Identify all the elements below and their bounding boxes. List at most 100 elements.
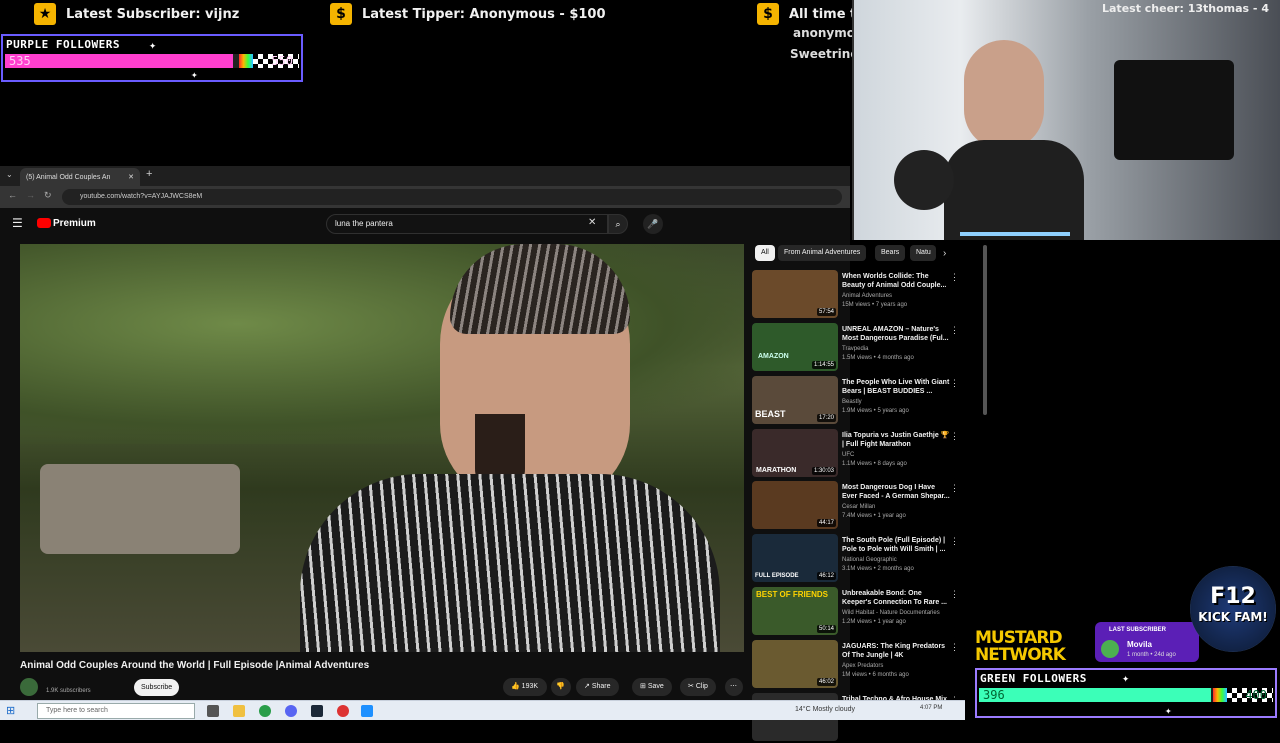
dollar-icon: $ <box>330 3 352 25</box>
more-options-icon[interactable]: ⋮ <box>950 325 959 336</box>
thumb-overlay-amazon: AMAZON <box>758 353 789 360</box>
recommendation-title[interactable]: Ilia Topuria vs Justin Gaethje 🏆 | Full … <box>842 431 952 449</box>
video-thumbnail[interactable]: 57:54 <box>752 270 838 318</box>
recommendation-channel[interactable]: Cesar Millan <box>842 503 875 512</box>
chip-bears[interactable]: Bears <box>875 245 906 261</box>
recommendation-item[interactable]: 1:14:55 UNREAL AMAZON – Nature's Most Dan… <box>752 323 959 373</box>
reload-icon[interactable]: ↻ <box>44 190 52 201</box>
green-followers-goal: GREEN FOLLOWERS ✦ 396 400 ✦ <box>975 668 1277 718</box>
subscribe-button[interactable]: Subscribe <box>134 679 180 696</box>
channel-subscribers: 1.9K subscribers <box>46 688 91 694</box>
recommendation-item[interactable]: 57:54 When Worlds Collide: The Beauty of … <box>752 270 959 320</box>
app-icon[interactable] <box>361 705 373 717</box>
thumbs-up-icon: 👍 <box>511 683 520 690</box>
recommendation-title[interactable]: JAGUARS: The King Predators Of The Jungl… <box>842 642 952 660</box>
purple-followers-goal: PURPLE FOLLOWERS ✦ 535 550 ✦ <box>1 34 303 82</box>
share-button[interactable]: ↗ Share <box>576 678 619 696</box>
video-duration: 1:30:03 <box>811 467 836 475</box>
new-tab-icon[interactable]: + <box>146 168 152 180</box>
foliage-background <box>20 244 744 444</box>
video-thumbnail[interactable]: 46:02 <box>752 640 838 688</box>
discord-icon[interactable] <box>285 705 297 717</box>
obs-icon[interactable] <box>337 705 349 717</box>
recommendation-title[interactable]: Most Dangerous Dog I Have Ever Faced - A… <box>842 483 952 501</box>
monitor-background <box>1114 60 1234 160</box>
more-options-icon[interactable]: ⋮ <box>950 272 959 283</box>
subscriber-avatar <box>1101 640 1119 658</box>
recommendation-item[interactable]: 46:02 JAGUARS: The King Predators Of The … <box>752 640 959 690</box>
last-subscriber-name: Movila <box>1127 640 1152 649</box>
mic-button[interactable]: 🎤 <box>643 214 663 234</box>
chip-all[interactable]: All <box>755 245 775 261</box>
chip-nature[interactable]: Natu <box>910 245 936 261</box>
recommendation-channel[interactable]: Beastly <box>842 398 862 407</box>
chrome-icon[interactable] <box>259 705 271 717</box>
star-icon: ★ <box>34 3 56 25</box>
thumb-overlay-beast: BEAST <box>755 409 786 419</box>
forward-icon[interactable]: → <box>26 190 35 200</box>
save-button[interactable]: ⊞ Save <box>632 678 672 696</box>
youtube-logo-icon[interactable] <box>37 218 51 228</box>
youtube-brand[interactable]: Premium <box>53 218 96 229</box>
recommendation-item[interactable]: 44:17 Most Dangerous Dog I Have Ever Face… <box>752 481 959 531</box>
recommendation-channel[interactable]: National Geographic <box>842 556 897 565</box>
url-field[interactable]: youtube.com/watch?v=AYJAJWCS8eM <box>62 189 842 205</box>
close-tab-icon[interactable]: ✕ <box>128 173 134 181</box>
address-bar: ← → ↻ youtube.com/watch?v=AYJAJWCS8eM <box>0 186 850 208</box>
latest-tipper-text: Latest Tipper: Anonymous - $100 <box>362 6 606 22</box>
scrollbar-thumb[interactable] <box>983 245 987 415</box>
last-subscriber-panel: LAST SUBSCRIBER Movila 1 month • 24d ago <box>1095 622 1199 662</box>
windows-taskbar: ⊞ Type here to search 14°C Mostly cloudy… <box>0 700 965 720</box>
search-input[interactable]: luna the pantera <box>326 214 608 234</box>
recommendation-title[interactable]: When Worlds Collide: The Beauty of Anima… <box>842 272 952 290</box>
mustard-network-logo: MUSTARD NETWORK <box>975 630 1093 666</box>
menu-icon[interactable]: ☰ <box>12 216 23 230</box>
video-player[interactable] <box>20 244 744 652</box>
badge-line-2: KICK FAM! <box>1198 610 1268 624</box>
recommendation-channel[interactable]: Apex Predators <box>842 662 883 671</box>
tab-list-icon[interactable]: ⌄ <box>6 170 13 179</box>
chip-from-channel[interactable]: From Animal Adventures <box>778 245 867 261</box>
like-button[interactable]: 👍 193K <box>503 678 547 696</box>
channel-avatar[interactable] <box>20 678 38 696</box>
browser-tab[interactable]: (5) Animal Odd Couples An ✕ <box>20 168 140 186</box>
webcam-feed: Latest cheer: 13thomas - 4 <box>852 0 1280 240</box>
task-view-icon[interactable] <box>207 705 219 717</box>
steam-icon[interactable] <box>311 705 323 717</box>
video-thumbnail[interactable]: 44:17 <box>752 481 838 529</box>
recommendation-title[interactable]: The People Who Live With Giant Bears | B… <box>842 378 952 396</box>
more-options-icon[interactable]: ⋮ <box>950 431 959 442</box>
recommendation-title[interactable]: UNREAL AMAZON – Nature's Most Dangerous … <box>842 325 952 343</box>
more-options-icon[interactable]: ⋮ <box>950 483 959 494</box>
back-icon[interactable]: ← <box>8 190 17 200</box>
recommendation-title[interactable]: Unbreakable Bond: One Keeper's Connectio… <box>842 589 952 607</box>
windows-start-icon[interactable]: ⊞ <box>6 704 15 717</box>
taskbar-search-input[interactable]: Type here to search <box>37 703 195 719</box>
recommendation-channel[interactable]: Animal Adventures <box>842 292 892 301</box>
search-button[interactable]: ⌕ <box>608 214 628 234</box>
clear-search-icon[interactable]: ✕ <box>588 217 596 228</box>
video-duration: 50:14 <box>816 625 836 633</box>
more-options-icon[interactable]: ⋮ <box>950 378 959 389</box>
recommendation-channel[interactable]: UFC <box>842 451 854 460</box>
thumb-overlay-best-of-friends: BEST OF FRIENDS <box>756 590 829 599</box>
recommendation-channel[interactable]: Wild Habitat - Nature Documentaries <box>842 609 940 618</box>
green-followers-current: 396 <box>983 688 1005 702</box>
clip-button[interactable]: ✂ Clip <box>680 678 716 696</box>
microphone-icon: 🎤 <box>647 219 659 229</box>
like-count: 193K <box>521 683 539 690</box>
more-options-icon[interactable]: ⋮ <box>950 589 959 600</box>
building-roof <box>40 464 240 554</box>
webcam-glow <box>960 232 1070 236</box>
video-thumbnail[interactable]: 1:14:55 <box>752 323 838 371</box>
green-followers-fill <box>979 688 1211 702</box>
thumb-overlay-marathon: MARATHON <box>756 467 797 474</box>
recommendation-channel[interactable]: Travpedia <box>842 345 868 354</box>
recommendation-title[interactable]: The South Pole (Full Episode) | Pole to … <box>842 536 952 554</box>
file-explorer-icon[interactable] <box>233 705 245 717</box>
more-options-icon[interactable]: ⋮ <box>950 536 959 547</box>
dislike-button[interactable]: 👎 <box>551 678 571 696</box>
more-options-icon[interactable]: ⋮ <box>950 642 959 653</box>
chevron-right-icon[interactable]: › <box>943 248 946 259</box>
more-actions-button[interactable]: ⋯ <box>725 678 743 696</box>
